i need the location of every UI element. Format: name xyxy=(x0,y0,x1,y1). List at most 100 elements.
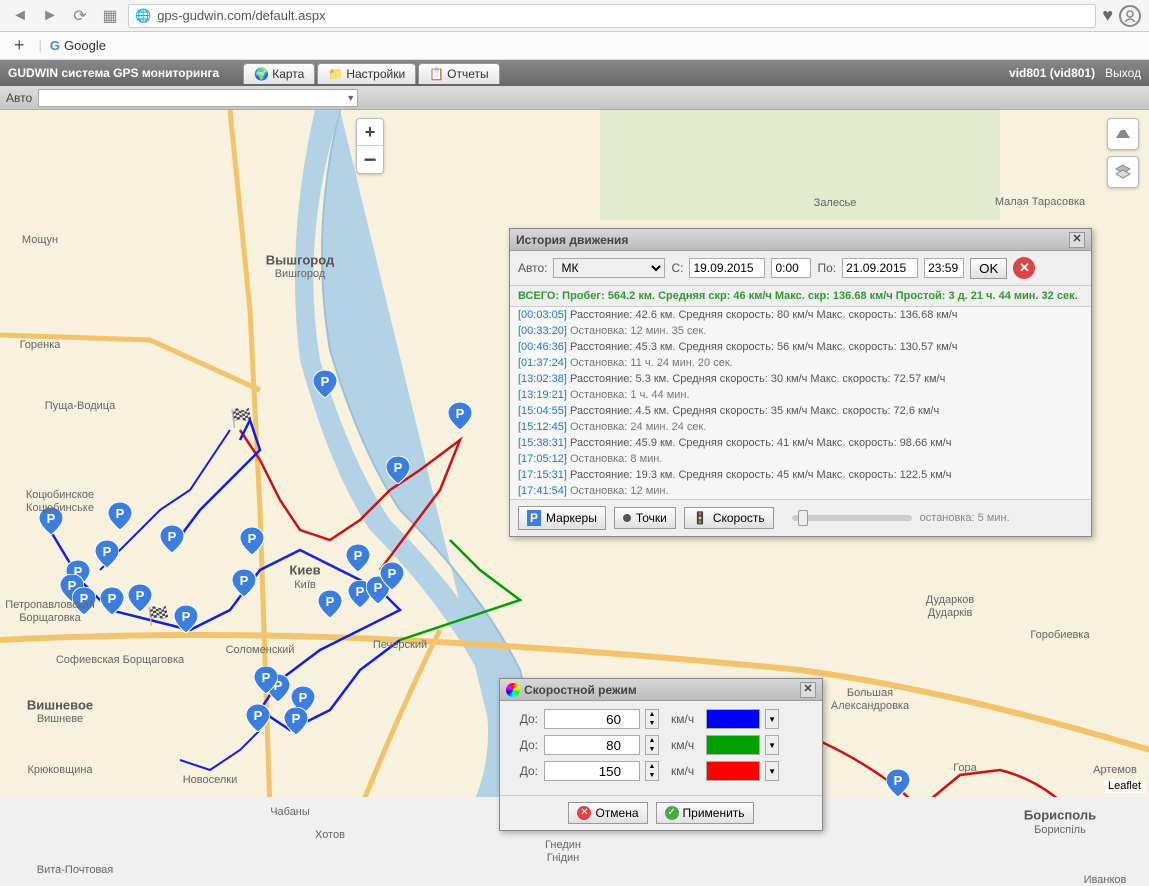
parking-marker[interactable]: P xyxy=(380,562,404,590)
zoom-out-button[interactable]: − xyxy=(357,146,383,173)
svg-text:P: P xyxy=(326,594,335,609)
spinner[interactable]: ▲▼ xyxy=(645,761,659,781)
from-time-input[interactable] xyxy=(771,258,811,278)
ok-button[interactable]: OK xyxy=(970,258,1007,279)
forward-button[interactable]: ► xyxy=(38,4,62,28)
tab-reports[interactable]: 📋Отчеты xyxy=(418,63,499,84)
parking-marker[interactable]: P xyxy=(174,605,198,633)
history-row[interactable]: [17:41:54] Остановка: 12 мин. xyxy=(510,483,1091,499)
parking-marker[interactable]: P xyxy=(95,540,119,568)
parking-marker[interactable]: P xyxy=(246,704,270,732)
parking-marker[interactable]: P xyxy=(346,544,370,572)
markers-button[interactable]: PМаркеры xyxy=(518,506,606,530)
history-title: История движения xyxy=(516,233,628,247)
map-label: Борщаговка xyxy=(19,612,81,624)
url-bar[interactable]: 🌐 gps-gudwin.com/default.aspx xyxy=(128,4,1096,28)
map[interactable]: + − Leaflet PPPPPPPPPPPPPPPPPPPPPPPPPP🏁🏁… xyxy=(0,110,1149,797)
clear-button[interactable]: ✕ xyxy=(1013,257,1035,279)
tab-map[interactable]: 🌍Карта xyxy=(243,63,315,84)
parking-marker[interactable]: P xyxy=(886,769,910,797)
history-row[interactable]: [15:38:31] Расстояние: 45.9 км. Средняя … xyxy=(510,435,1091,451)
from-date-input[interactable] xyxy=(689,258,765,278)
parking-marker[interactable]: P xyxy=(313,370,337,398)
history-row[interactable]: [17:15:31] Расстояние: 19.3 км. Средняя … xyxy=(510,467,1091,483)
vehicle-select[interactable]: ▼ xyxy=(38,89,358,107)
tab-settings[interactable]: 📁Настройки xyxy=(317,63,416,84)
reload-button[interactable]: ⟳ xyxy=(68,4,92,28)
history-row[interactable]: [15:04:55] Расстояние: 4.5 км. Средняя с… xyxy=(510,403,1091,419)
speed-value-input[interactable] xyxy=(544,735,640,755)
color-dropdown[interactable]: ▼ xyxy=(765,735,779,755)
cancel-button[interactable]: ✕Отмена xyxy=(568,802,647,824)
globe-icon: 🌍 xyxy=(254,67,268,81)
speed-title-bar[interactable]: Скоростной режим ✕ xyxy=(500,679,822,701)
speed-value-input[interactable] xyxy=(544,761,640,781)
parking-marker[interactable]: P xyxy=(160,525,184,553)
speed-close-button[interactable]: ✕ xyxy=(800,682,816,698)
apps-button[interactable]: ▦ xyxy=(98,4,122,28)
parking-marker[interactable]: P xyxy=(240,527,264,555)
color-swatch[interactable] xyxy=(706,709,760,729)
parking-marker[interactable]: P xyxy=(232,569,256,597)
leaflet-attribution[interactable]: Leaflet xyxy=(1104,779,1145,793)
favorite-icon[interactable]: ♥ xyxy=(1102,5,1113,26)
speed-button[interactable]: 🚦Скорость xyxy=(684,507,774,529)
parking-marker[interactable]: P xyxy=(100,587,124,615)
parking-marker[interactable]: P xyxy=(386,456,410,484)
zoom-in-button[interactable]: + xyxy=(357,119,383,146)
parking-marker[interactable]: P xyxy=(254,666,278,694)
svg-text:P: P xyxy=(262,670,271,685)
history-row[interactable]: [17:05:12] Остановка: 8 мин. xyxy=(510,451,1091,467)
map-label: Коцюбинське xyxy=(26,502,94,514)
speed-panel: Скоростной режим ✕ До:▲▼км/ч▼До:▲▼км/ч▼Д… xyxy=(499,678,823,831)
map-label: Малая Тарасовка xyxy=(995,196,1085,208)
layer-road-button[interactable] xyxy=(1107,118,1139,150)
svg-text:P: P xyxy=(108,591,117,606)
speed-row: До:▲▼км/ч▼ xyxy=(510,761,812,781)
spinner[interactable]: ▲▼ xyxy=(645,709,659,729)
flag-marker[interactable]: 🏁 xyxy=(147,606,167,626)
parking-marker[interactable]: P xyxy=(284,707,308,735)
flag-marker[interactable]: 🏁 xyxy=(230,408,250,428)
spinner[interactable]: ▲▼ xyxy=(645,735,659,755)
speed-value-input[interactable] xyxy=(544,709,640,729)
history-title-bar[interactable]: История движения ✕ xyxy=(510,229,1091,251)
back-button[interactable]: ◄ xyxy=(8,4,32,28)
to-date-input[interactable] xyxy=(842,258,918,278)
history-row[interactable]: [15:12:45] Остановка: 24 мин. 24 сек. xyxy=(510,419,1091,435)
points-button[interactable]: Точки xyxy=(614,507,676,529)
map-label: Киев xyxy=(289,563,320,578)
history-panel: История движения ✕ Авто: МК С: По: OK ✕ … xyxy=(509,228,1092,537)
color-dropdown[interactable]: ▼ xyxy=(765,761,779,781)
svg-text:P: P xyxy=(103,544,112,559)
parking-marker[interactable]: P xyxy=(108,502,132,530)
map-label: Хотов xyxy=(315,829,345,841)
history-list[interactable]: [00:03:05] Расстояние: 42.6 км. Средняя … xyxy=(510,307,1091,499)
history-row[interactable]: [01:37:24] Остановка: 11 ч. 24 мин. 20 с… xyxy=(510,355,1091,371)
profile-icon[interactable] xyxy=(1119,5,1141,27)
parking-marker[interactable]: P xyxy=(448,402,472,430)
history-row[interactable]: [00:03:05] Расстояние: 42.6 км. Средняя … xyxy=(510,307,1091,323)
logout-link[interactable]: Выход xyxy=(1105,66,1141,80)
auto-select[interactable]: МК xyxy=(553,258,665,278)
history-close-button[interactable]: ✕ xyxy=(1069,232,1085,248)
apply-button[interactable]: ✓Применить xyxy=(656,802,754,824)
to-time-input[interactable] xyxy=(924,258,964,278)
map-label: Вышгород xyxy=(266,253,334,268)
layer-stack-button[interactable] xyxy=(1107,156,1139,188)
color-swatch[interactable] xyxy=(706,761,760,781)
map-label: Чабаны xyxy=(270,806,310,818)
map-label: Борисполь xyxy=(1024,808,1096,823)
svg-text:P: P xyxy=(240,573,249,588)
color-swatch[interactable] xyxy=(706,735,760,755)
history-row[interactable]: [13:19:21] Остановка: 1 ч. 44 мин. xyxy=(510,387,1091,403)
new-tab-button[interactable]: + xyxy=(8,35,31,56)
color-dropdown[interactable]: ▼ xyxy=(765,709,779,729)
history-row[interactable]: [00:46:36] Расстояние: 45.3 км. Средняя … xyxy=(510,339,1091,355)
parking-marker[interactable]: P xyxy=(318,590,342,618)
history-row[interactable]: [13:02:38] Расстояние: 5.3 км. Средняя с… xyxy=(510,371,1091,387)
stop-slider[interactable] xyxy=(792,515,912,521)
svg-text:P: P xyxy=(354,548,363,563)
history-row[interactable]: [00:33:20] Остановка: 12 мин. 35 сек. xyxy=(510,323,1091,339)
google-bookmark[interactable]: G Google xyxy=(50,38,106,53)
